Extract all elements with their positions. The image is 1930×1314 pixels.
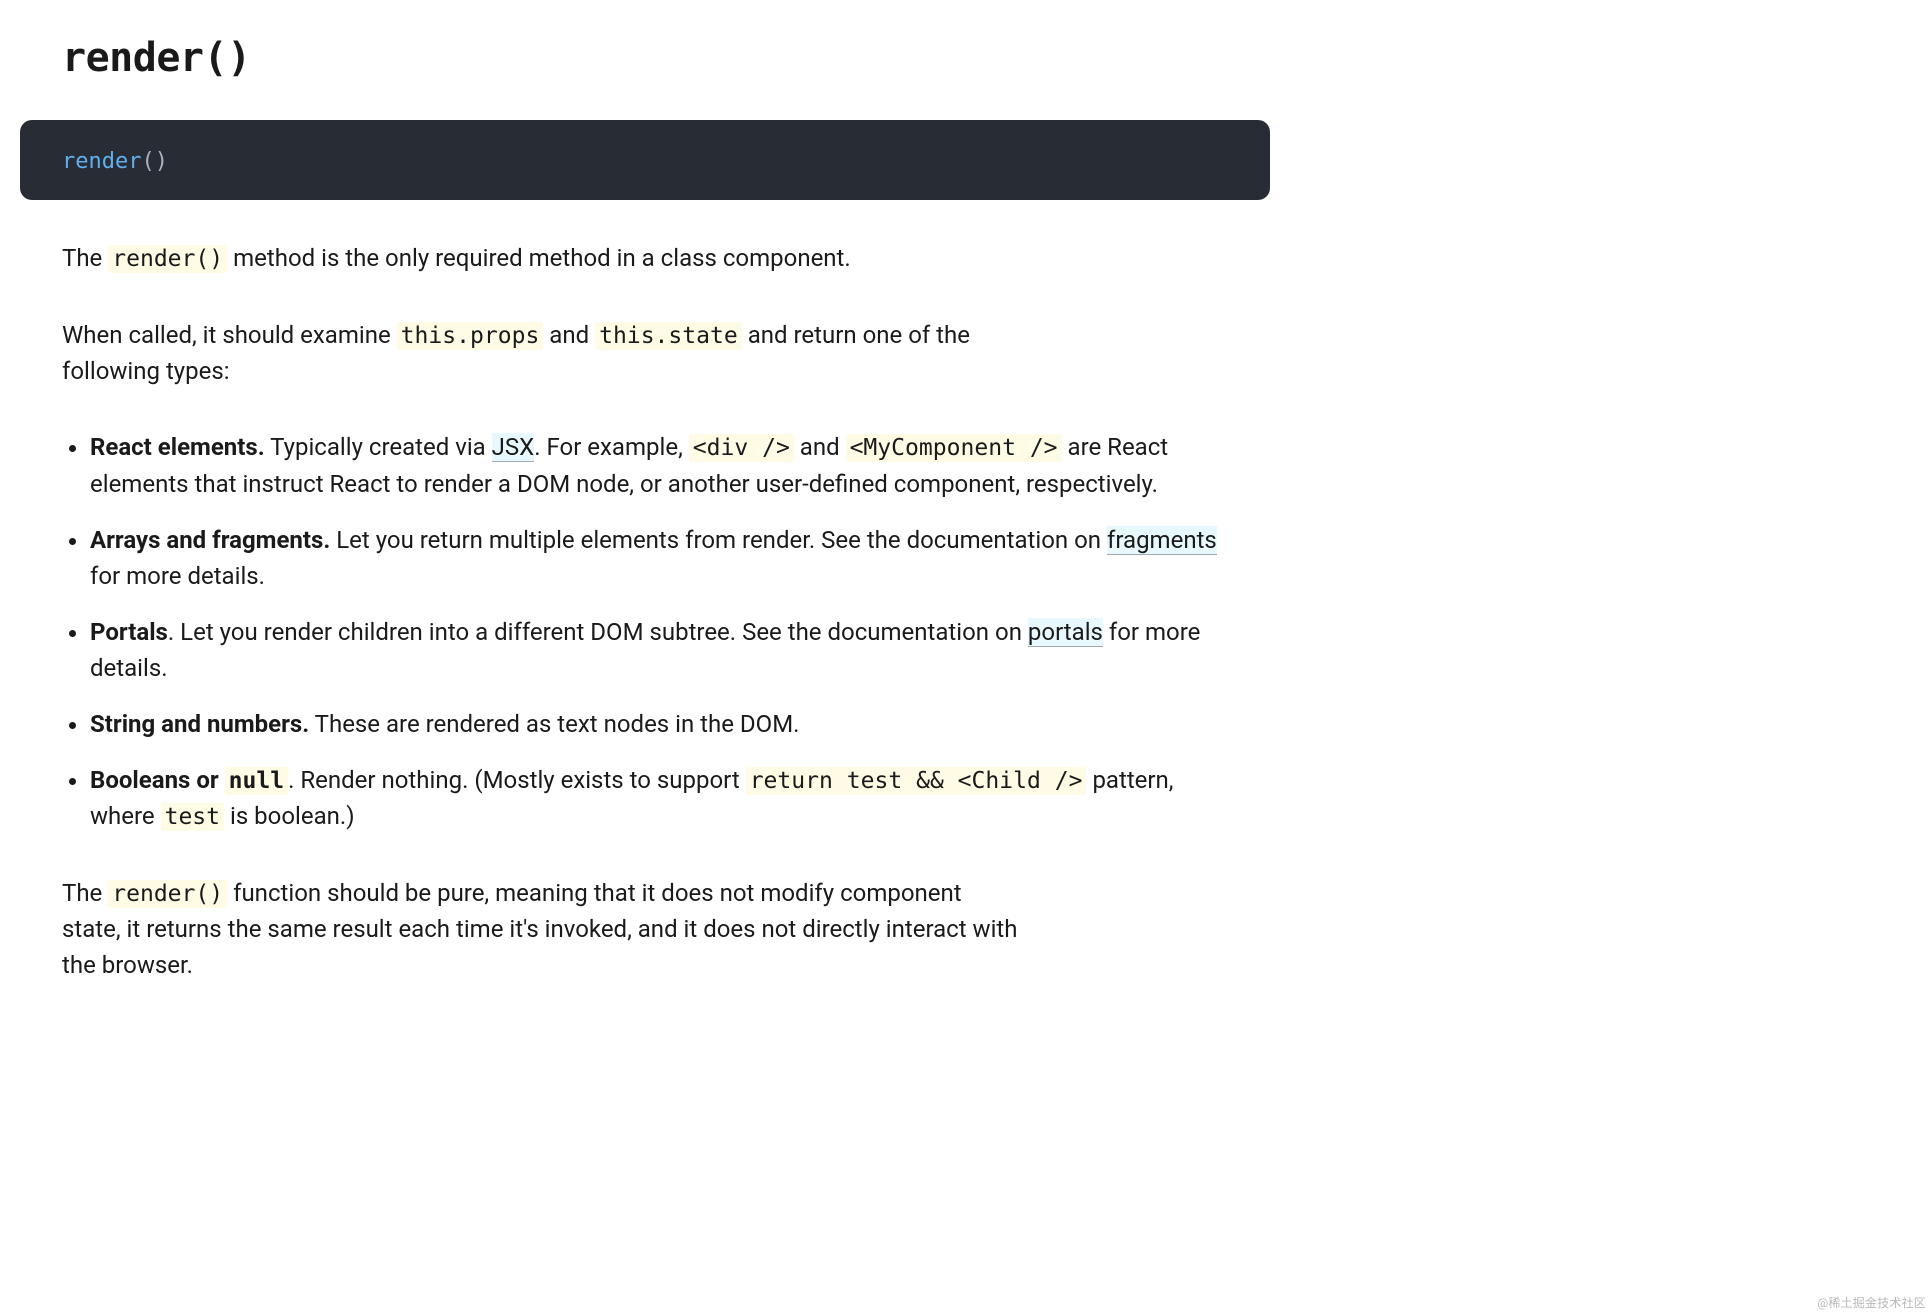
inline-code-return-test: return test && <Child /> xyxy=(746,767,1087,795)
text: . For example, xyxy=(534,433,689,461)
inline-code-render: render() xyxy=(108,880,227,908)
text: . Render nothing. (Mostly exists to supp… xyxy=(288,766,746,794)
paragraph-examine: When called, it should examine this.prop… xyxy=(62,317,1022,390)
inline-code-null: null xyxy=(225,767,288,795)
text: and xyxy=(794,433,846,461)
text: is boolean.) xyxy=(224,802,355,830)
text: Typically created via xyxy=(265,433,492,461)
inline-code-props: this.props xyxy=(397,322,544,350)
item-label: React elements. xyxy=(90,433,265,461)
list-item: Portals. Let you render children into a … xyxy=(90,614,1228,686)
list-item: React elements. Typically created via JS… xyxy=(90,429,1228,502)
paragraph-pure: The render() function should be pure, me… xyxy=(62,875,1022,984)
fragments-link[interactable]: fragments xyxy=(1107,526,1217,555)
doc-page: render() render() The render() method is… xyxy=(0,0,1290,1023)
item-label: String and numbers. xyxy=(90,710,309,738)
code-token-fn: render xyxy=(62,149,141,174)
text: The xyxy=(62,244,108,272)
list-item: String and numbers. These are rendered a… xyxy=(90,706,1228,742)
text: When called, it should examine xyxy=(62,321,397,349)
item-label: Booleans or null xyxy=(90,766,288,794)
item-label: Portals xyxy=(90,618,168,646)
text: and xyxy=(543,321,595,349)
inline-code-state: this.state xyxy=(595,322,742,350)
code-token-parens: () xyxy=(141,149,168,174)
section-heading: render() xyxy=(0,0,1290,112)
item-label: Arrays and fragments. xyxy=(90,526,330,554)
inline-code-render: render() xyxy=(108,245,227,273)
return-types-list: React elements. Typically created via JS… xyxy=(62,429,1228,835)
list-item: Arrays and fragments. Let you return mul… xyxy=(90,522,1228,594)
text: Let you return multiple elements from re… xyxy=(330,526,1107,554)
inline-code-mycomponent: <MyComponent /> xyxy=(846,434,1062,462)
code-block: render() xyxy=(20,120,1270,200)
inline-code-div: <div /> xyxy=(689,434,794,462)
inline-code-test: test xyxy=(161,803,224,831)
text: These are rendered as text nodes in the … xyxy=(309,710,799,738)
paragraph-intro: The render() method is the only required… xyxy=(62,240,1022,277)
portals-link[interactable]: portals xyxy=(1028,618,1103,647)
text: method is the only required method in a … xyxy=(227,244,851,272)
text: for more details. xyxy=(90,562,265,590)
text: The xyxy=(62,879,108,907)
doc-content: The render() method is the only required… xyxy=(0,240,1290,983)
jsx-link[interactable]: JSX xyxy=(492,433,535,462)
list-item: Booleans or null. Render nothing. (Mostl… xyxy=(90,762,1228,835)
watermark: @稀土掘金技术社区 xyxy=(1817,1294,1926,1312)
text: . Let you render children into a differe… xyxy=(168,618,1028,646)
